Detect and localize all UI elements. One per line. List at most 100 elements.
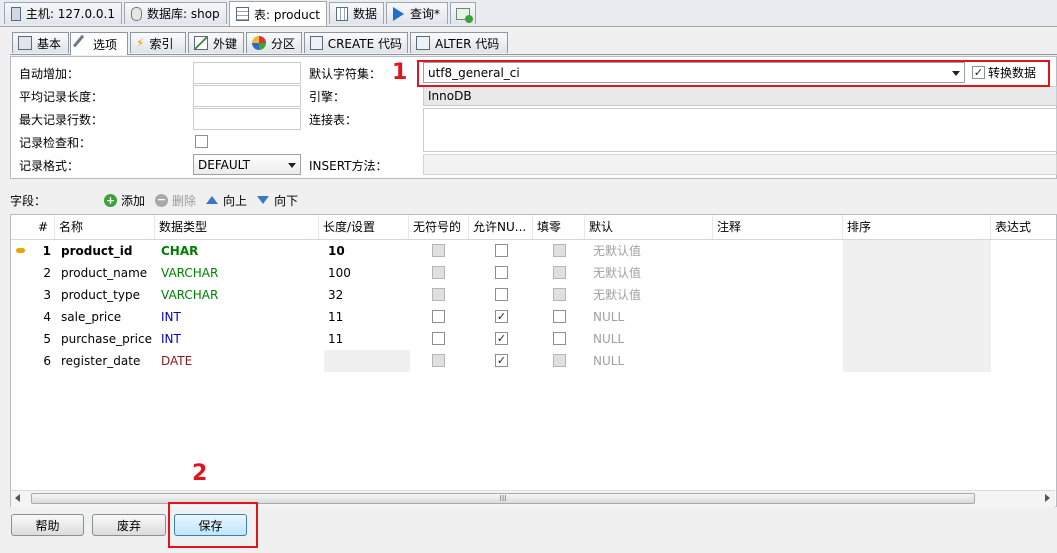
column-name-cell[interactable]: product_name: [57, 262, 155, 284]
move-down-button[interactable]: 向下: [257, 192, 298, 209]
default-cell[interactable]: 无默认值: [589, 262, 713, 284]
data-type-cell[interactable]: CHAR: [157, 240, 317, 262]
table-row[interactable]: 4 sale_price INT 11 ✓ NULL: [11, 306, 1056, 328]
help-button[interactable]: 帮助: [11, 514, 84, 536]
tab-query[interactable]: 查询*: [386, 2, 448, 24]
collation-cell[interactable]: [843, 350, 991, 372]
zerofill-checkbox[interactable]: [553, 266, 566, 279]
row-number[interactable]: 3: [11, 284, 51, 306]
data-type-cell[interactable]: INT: [157, 328, 317, 350]
header-expression[interactable]: 表达式: [991, 215, 1056, 239]
tab-alter-code[interactable]: ALTER 代码: [410, 32, 508, 53]
default-cell[interactable]: 无默认值: [589, 284, 713, 306]
header-data-type[interactable]: 数据类型: [155, 215, 319, 239]
header-default[interactable]: 默认: [585, 215, 713, 239]
table-row[interactable]: 1 product_id CHAR 10 无默认值: [11, 240, 1056, 262]
data-type-cell[interactable]: INT: [157, 306, 317, 328]
table-row[interactable]: 5 purchase_price INT 11 ✓ NULL: [11, 328, 1056, 350]
max-rows-input[interactable]: [193, 108, 301, 130]
zerofill-checkbox[interactable]: [553, 310, 566, 323]
tab-foreign-keys[interactable]: 外键: [188, 32, 244, 53]
length-cell[interactable]: 10: [324, 240, 410, 262]
unsigned-checkbox[interactable]: [432, 354, 445, 367]
row-number[interactable]: 2: [11, 262, 51, 284]
data-type-cell[interactable]: VARCHAR: [157, 262, 317, 284]
length-cell[interactable]: 11: [324, 328, 410, 350]
length-cell[interactable]: 32: [324, 284, 410, 306]
auto-increment-input[interactable]: [193, 62, 301, 84]
data-type-cell[interactable]: DATE: [157, 350, 317, 372]
row-number[interactable]: 1: [11, 240, 51, 262]
scroll-right-icon[interactable]: [1045, 494, 1050, 502]
tab-partitions[interactable]: 分区: [246, 32, 302, 53]
allow-null-checkbox[interactable]: [495, 244, 508, 257]
unsigned-checkbox[interactable]: [432, 244, 445, 257]
table-row[interactable]: 3 product_type VARCHAR 32 无默认值: [11, 284, 1056, 306]
tab-basic[interactable]: 基本: [12, 32, 69, 53]
unsigned-checkbox[interactable]: [432, 288, 445, 301]
column-name-cell[interactable]: product_id: [57, 240, 155, 262]
allow-null-checkbox[interactable]: [495, 288, 508, 301]
insert-method-select[interactable]: [423, 154, 1057, 175]
add-field-button[interactable]: + 添加: [104, 192, 145, 209]
tab-indexes[interactable]: ⚡ 索引: [130, 32, 186, 53]
default-cell[interactable]: NULL: [589, 350, 713, 372]
zerofill-checkbox[interactable]: [553, 244, 566, 257]
column-name-cell[interactable]: register_date: [57, 350, 155, 372]
zerofill-checkbox[interactable]: [553, 332, 566, 345]
header-comment[interactable]: 注释: [713, 215, 843, 239]
collation-cell[interactable]: [843, 328, 991, 350]
collation-cell[interactable]: [843, 284, 991, 306]
default-cell[interactable]: NULL: [589, 328, 713, 350]
tab-database[interactable]: 数据库: shop: [124, 2, 227, 24]
header-number[interactable]: #: [11, 215, 55, 239]
tab-host[interactable]: 主机: 127.0.0.1: [4, 2, 122, 24]
length-cell[interactable]: 100: [324, 262, 410, 284]
move-up-button[interactable]: 向上: [206, 192, 247, 209]
tab-options[interactable]: 选项: [70, 32, 128, 55]
tab-create-code[interactable]: CREATE 代码: [304, 32, 408, 53]
row-format-select[interactable]: DEFAULT: [193, 154, 301, 175]
collation-cell[interactable]: [843, 262, 991, 284]
default-cell[interactable]: NULL: [589, 306, 713, 328]
column-name-cell[interactable]: sale_price: [57, 306, 155, 328]
row-number[interactable]: 4: [11, 306, 51, 328]
row-number[interactable]: 5: [11, 328, 51, 350]
engine-select[interactable]: InnoDB: [423, 86, 1057, 106]
column-name-cell[interactable]: product_type: [57, 284, 155, 306]
unsigned-checkbox[interactable]: [432, 266, 445, 279]
header-allow-null[interactable]: 允许NU...: [469, 215, 533, 239]
allow-null-checkbox[interactable]: ✓: [495, 310, 508, 323]
avg-row-length-input[interactable]: [193, 85, 301, 107]
unsigned-checkbox[interactable]: [432, 310, 445, 323]
allow-null-checkbox[interactable]: ✓: [495, 354, 508, 367]
length-cell[interactable]: 11: [324, 306, 410, 328]
remove-field-button[interactable]: − 删除: [155, 192, 196, 209]
default-cell[interactable]: 无默认值: [589, 240, 713, 262]
collation-cell[interactable]: [843, 240, 991, 262]
tab-data[interactable]: 数据: [329, 2, 384, 24]
collation-cell[interactable]: [843, 306, 991, 328]
column-name-cell[interactable]: purchase_price: [57, 328, 155, 350]
unsigned-checkbox[interactable]: [432, 332, 445, 345]
data-type-cell[interactable]: VARCHAR: [157, 284, 317, 306]
length-cell[interactable]: [324, 350, 410, 372]
checksum-checkbox[interactable]: [195, 135, 208, 148]
table-row[interactable]: 2 product_name VARCHAR 100 无默认值: [11, 262, 1056, 284]
union-tables-input[interactable]: [423, 108, 1057, 152]
header-zerofill[interactable]: 填零: [533, 215, 585, 239]
scroll-left-icon[interactable]: [15, 494, 20, 502]
tab-table[interactable]: 表: product: [229, 1, 327, 26]
header-unsigned[interactable]: 无符号的: [409, 215, 469, 239]
discard-button[interactable]: 废弃: [92, 514, 166, 536]
header-name[interactable]: 名称: [55, 215, 155, 239]
allow-null-checkbox[interactable]: [495, 266, 508, 279]
header-collation[interactable]: 排序: [843, 215, 991, 239]
table-row[interactable]: 6 register_date DATE ✓ NULL: [11, 350, 1056, 372]
new-query-tab-button[interactable]: [450, 2, 476, 24]
zerofill-checkbox[interactable]: [553, 354, 566, 367]
zerofill-checkbox[interactable]: [553, 288, 566, 301]
header-length[interactable]: 长度/设置: [319, 215, 409, 239]
allow-null-checkbox[interactable]: ✓: [495, 332, 508, 345]
row-number[interactable]: 6: [11, 350, 51, 372]
